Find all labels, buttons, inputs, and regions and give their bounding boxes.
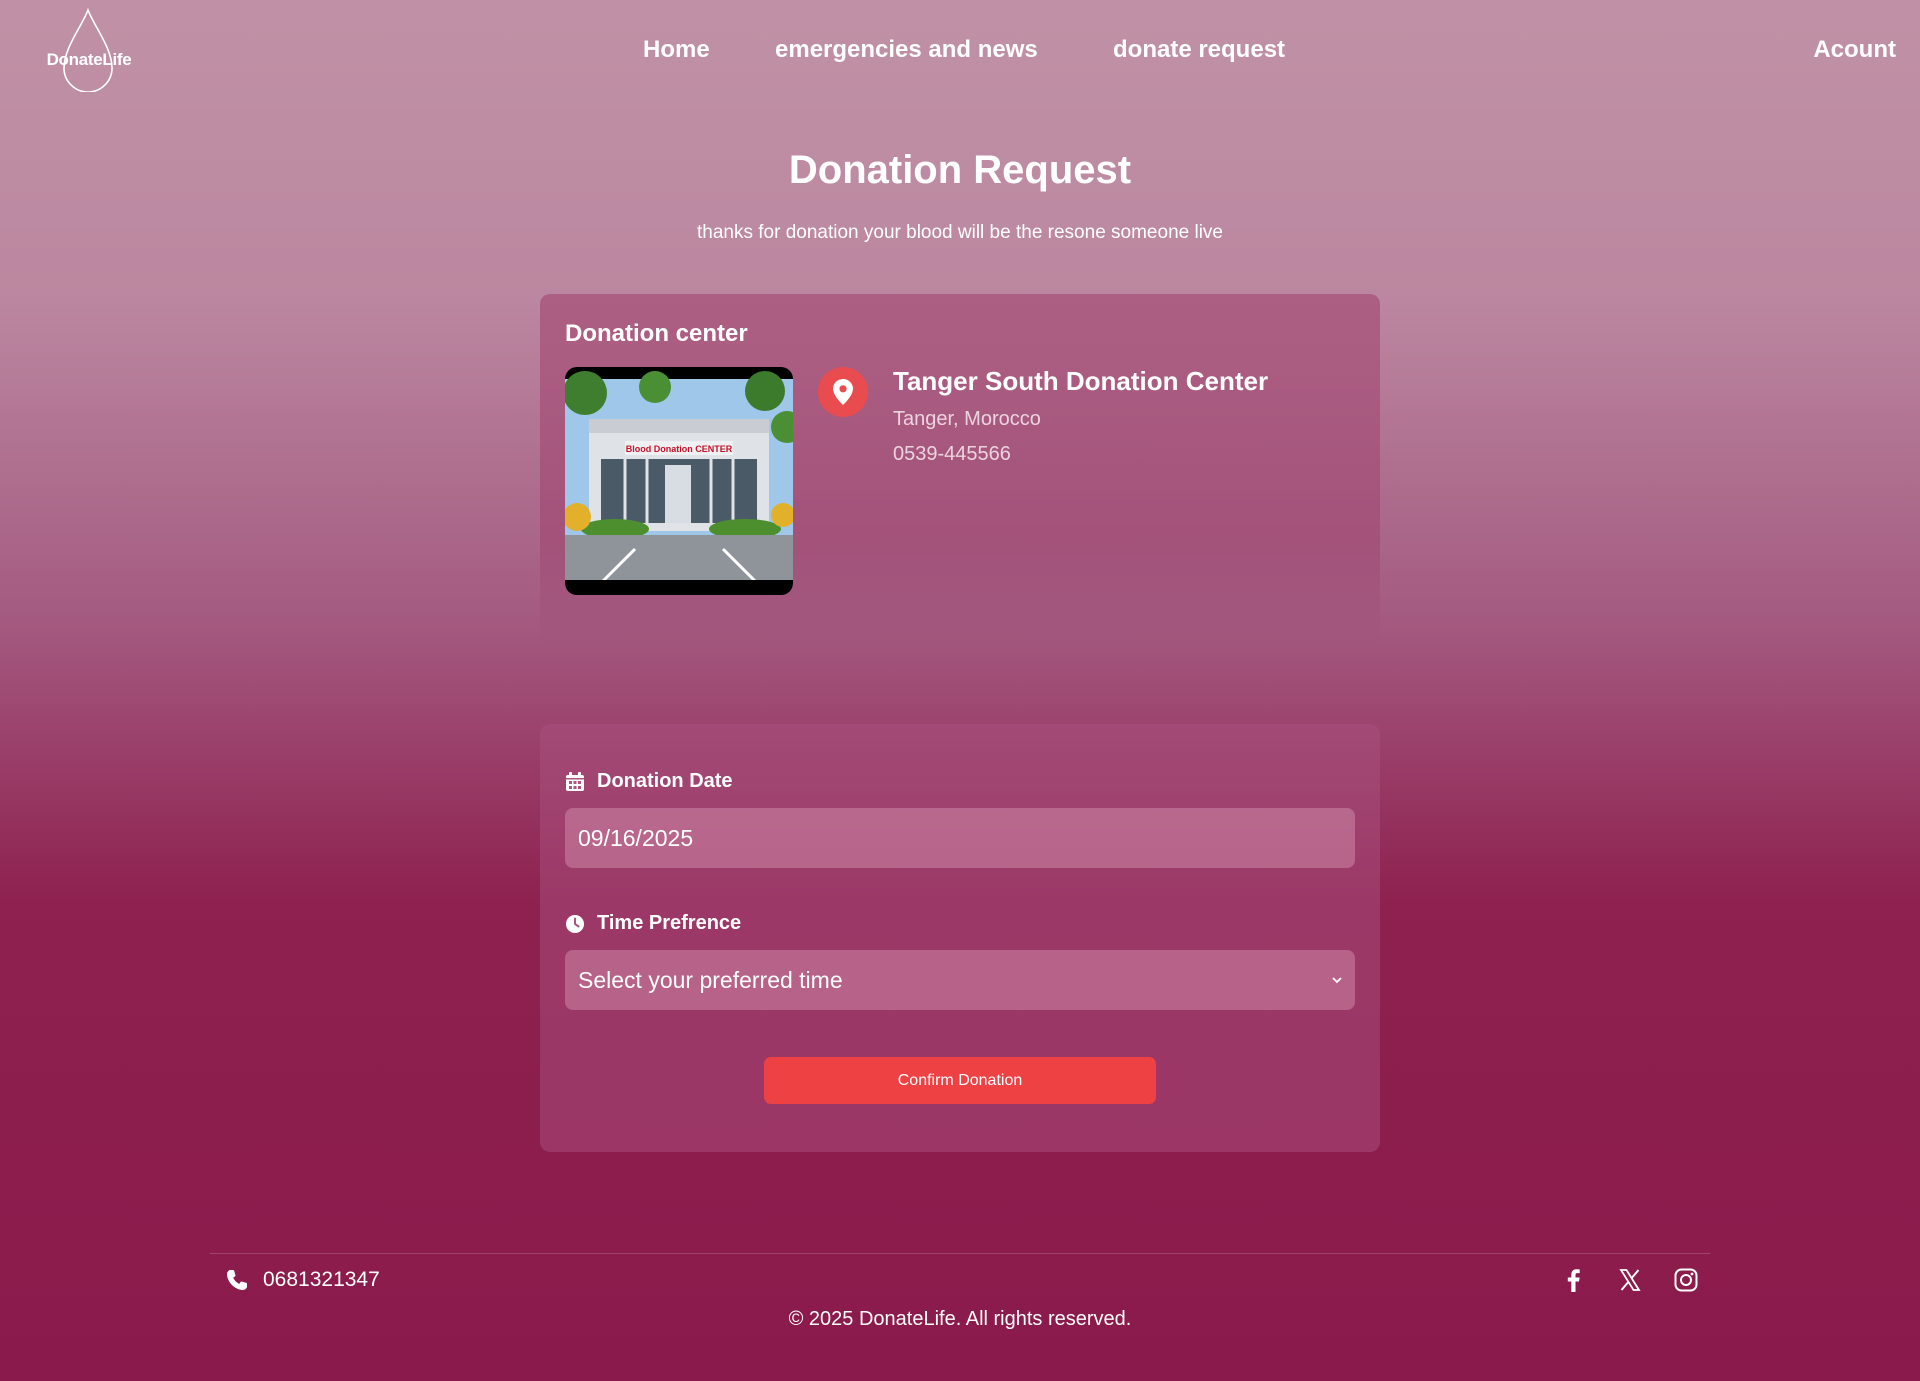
time-preference-label: Time Prefrence [565, 912, 741, 935]
footer-divider [210, 1253, 1710, 1254]
donation-form-card: Donation Date 09/16/2025 Time Prefrence … [540, 724, 1380, 1152]
time-preference-placeholder: Select your preferred time [578, 966, 843, 993]
donation-date-input[interactable]: 09/16/2025 [565, 808, 1355, 868]
chevron-down-icon [1332, 977, 1342, 984]
nav-donate-request[interactable]: donate request [1113, 36, 1285, 64]
center-phone: 0539-445566 [893, 443, 1011, 465]
clock-icon [566, 914, 584, 933]
copyright: © 2025 DonateLife. All rights reserved. [788, 1308, 1132, 1330]
social-links [1560, 1266, 1700, 1294]
donation-center-card: Donation center Blood Donation CENTER Ta… [540, 294, 1380, 644]
calendar-icon [566, 771, 584, 791]
nav-home[interactable]: Home [643, 36, 710, 64]
footer-phone: 0681321347 [225, 1268, 380, 1292]
time-preference-select[interactable]: Select your preferred time [565, 950, 1355, 1010]
nav-emergencies-and-news[interactable]: emergencies and news [775, 36, 1038, 64]
center-photo-sign: Blood Donation CENTER [626, 444, 733, 454]
center-name: Tanger South Donation Center [893, 366, 1269, 396]
phone-icon [227, 1270, 247, 1290]
footer-phone-number: 0681321347 [263, 1268, 380, 1291]
center-photo: Blood Donation CENTER [565, 367, 793, 595]
confirm-donation-button[interactable]: Confirm Donation [764, 1057, 1156, 1104]
x-icon[interactable] [1616, 1266, 1644, 1294]
main-nav: Home emergencies and news donate request… [0, 36, 1920, 66]
location-pin-icon [818, 367, 868, 417]
time-preference-label-text: Time Prefrence [597, 912, 742, 934]
donation-center-heading: Donation center [565, 320, 748, 347]
page-title: Donation Request [788, 148, 1132, 192]
donation-date-label: Donation Date [565, 770, 733, 793]
instagram-icon[interactable] [1672, 1266, 1700, 1294]
donation-date-label-text: Donation Date [597, 770, 733, 792]
nav-account[interactable]: Acount [1813, 36, 1896, 64]
facebook-icon[interactable] [1560, 1266, 1588, 1294]
page-subtitle: thanks for donation your blood will be t… [697, 222, 1223, 243]
center-location: Tanger, Morocco [893, 408, 1041, 430]
